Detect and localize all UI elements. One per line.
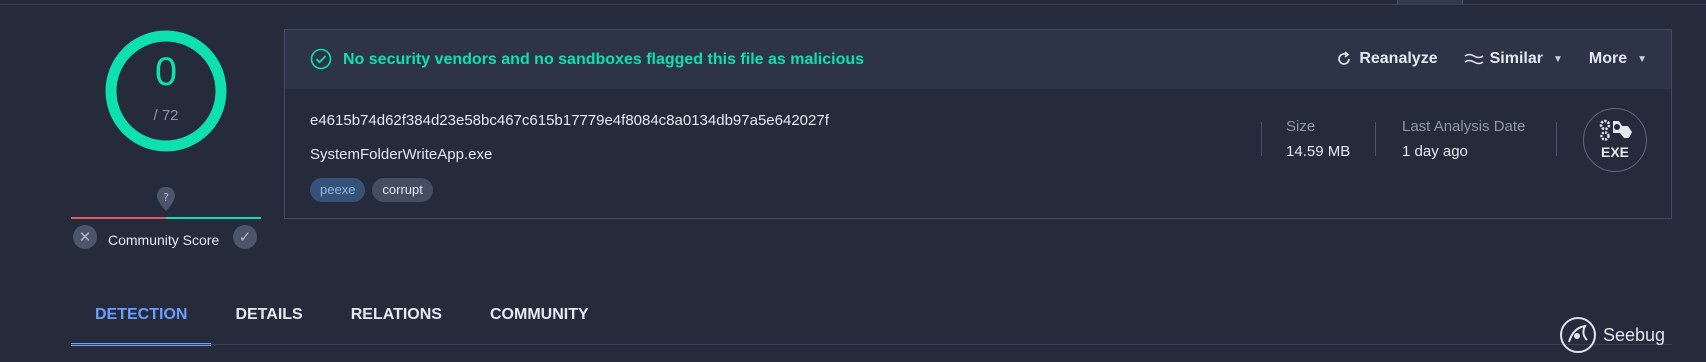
divider (1261, 122, 1262, 156)
chevron-down-icon: ▼ (1637, 53, 1647, 65)
check-circle-icon (310, 48, 332, 70)
more-dropdown[interactable]: More ▼ (1589, 50, 1647, 68)
community-negative-bar (71, 217, 166, 219)
close-icon: ✕ (78, 229, 92, 246)
divider (1556, 122, 1557, 156)
tag-list: peexe corrupt (310, 178, 433, 202)
tab-bar: DETECTION DETAILS RELATIONS COMMUNITY (71, 304, 613, 346)
last-analysis-label: Last Analysis Date (1402, 118, 1526, 135)
tab-relations[interactable]: RELATIONS (327, 304, 466, 346)
verdict-bar: No security vendors and no sandboxes fla… (285, 30, 1671, 89)
file-hash[interactable]: e4615b74d62f384d23e58bc467c615b17779e4f8… (310, 112, 829, 129)
vote-harmless-button[interactable]: ✓ (233, 225, 257, 249)
divider (1375, 122, 1376, 156)
similar-dropdown[interactable]: Similar ▼ (1464, 50, 1563, 68)
detection-count: 0 (154, 50, 178, 94)
file-type-exe-icon: EXE (1583, 108, 1647, 172)
gears-icon (1599, 119, 1632, 141)
top-border (0, 0, 1706, 5)
check-icon: ✓ (238, 229, 252, 246)
verdict-text: No security vendors and no sandboxes fla… (343, 51, 865, 68)
vote-malicious-button[interactable]: ✕ (73, 225, 97, 249)
more-label: More (1588, 50, 1628, 67)
size-value: 14.59 MB (1286, 143, 1351, 160)
seebug-logo-icon (1560, 317, 1596, 353)
watermark-text: Seebug (1603, 324, 1666, 345)
reanalyze-button[interactable]: Reanalyze (1335, 50, 1438, 68)
tab-details[interactable]: DETAILS (211, 304, 326, 346)
seebug-watermark: Seebug (1559, 316, 1665, 354)
file-name: SystemFolderWriteApp.exe (310, 146, 493, 163)
community-positive-bar (166, 217, 261, 219)
similar-icon (1464, 53, 1484, 65)
community-score-label: Community Score (108, 232, 220, 248)
tab-community[interactable]: COMMUNITY (466, 304, 613, 346)
header-tab-stub (1397, 0, 1463, 4)
size-label: Size (1286, 118, 1316, 135)
file-summary-card: No security vendors and no sandboxes fla… (284, 29, 1672, 219)
reanalyze-label: Reanalyze (1359, 50, 1438, 67)
tag-peexe[interactable]: peexe (310, 178, 366, 202)
tab-detection[interactable]: DETECTION (71, 304, 212, 346)
file-type-text: EXE (1600, 144, 1629, 160)
map-pin-icon: ? (157, 187, 175, 211)
chevron-down-icon: ▼ (1552, 53, 1563, 65)
tag-corrupt[interactable]: corrupt (372, 178, 433, 202)
tab-underline (71, 344, 1672, 345)
refresh-icon (1338, 51, 1351, 65)
last-analysis-value: 1 day ago (1402, 143, 1468, 160)
similar-label: Similar (1489, 50, 1543, 67)
engine-total: / 72 (153, 107, 179, 124)
svg-text:?: ? (163, 191, 169, 204)
